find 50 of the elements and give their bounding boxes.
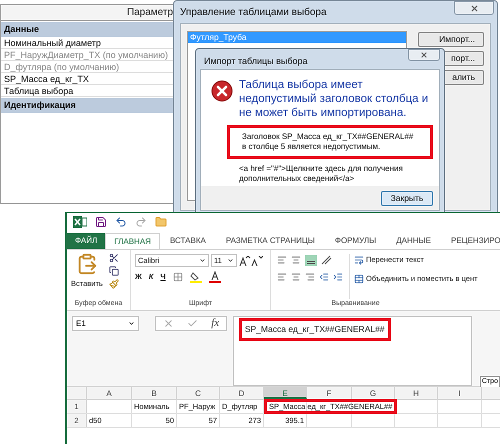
formula-field[interactable]: SP_Масса ед_кг_TX##GENERAL## xyxy=(232,316,472,386)
fill-color-icon[interactable] xyxy=(190,271,202,283)
close-button[interactable] xyxy=(454,1,494,15)
undo-icon[interactable] xyxy=(115,216,127,228)
cut-icon[interactable] xyxy=(108,253,119,263)
app-logo-icon xyxy=(73,216,87,228)
column-header[interactable]: C xyxy=(177,387,220,399)
align-left-icon[interactable] xyxy=(277,272,287,282)
wrap-text-icon xyxy=(354,254,364,265)
copy-icon[interactable] xyxy=(108,266,119,276)
orientation-icon[interactable] xyxy=(321,255,333,265)
name-box[interactable]: E1 xyxy=(72,316,140,331)
function-button[interactable]: fx xyxy=(211,315,220,332)
merge-icon xyxy=(354,274,364,284)
column-header[interactable]: B xyxy=(132,387,177,399)
dropdown-icon xyxy=(128,320,136,327)
borders-icon[interactable] xyxy=(172,272,183,282)
column-header[interactable]: F xyxy=(307,387,352,399)
dialog-button[interactable]: Импорт... xyxy=(418,32,484,47)
column-header[interactable]: H xyxy=(395,387,438,399)
column-header[interactable]: E xyxy=(264,387,307,399)
align-bottom-icon[interactable] xyxy=(305,255,317,266)
ribbon-tab[interactable]: ДАННЫЕ xyxy=(386,233,441,249)
align-top-icon[interactable] xyxy=(277,255,287,265)
close-dialog-button[interactable]: Закрыть xyxy=(381,190,433,206)
ribbon-tab[interactable]: ГЛАВНАЯ xyxy=(105,233,160,249)
save-icon[interactable] xyxy=(95,216,107,228)
close-button[interactable] xyxy=(408,49,440,61)
column-header[interactable]: G xyxy=(352,387,395,399)
dropdown-icon xyxy=(199,257,206,264)
ribbon-tab[interactable]: РАЗМЕТКА СТРАНИЦЫ xyxy=(216,233,325,249)
align-right-icon[interactable] xyxy=(305,272,315,282)
column-header[interactable]: I xyxy=(438,387,482,399)
align-center-icon[interactable] xyxy=(291,272,301,282)
ribbon-tab[interactable]: ВСТАВКА xyxy=(160,233,216,249)
details-text: <a href ="#">Щелкните здесь для получения дополнительных сведений</a> xyxy=(239,164,404,184)
ribbon-tab[interactable]: ФАЙЛ xyxy=(67,233,106,249)
ribbon-tab[interactable]: ФОРМУЛЫ xyxy=(324,233,386,249)
font-size-icon[interactable] xyxy=(239,256,263,266)
font-color-icon[interactable] xyxy=(208,271,221,283)
align-middle-icon[interactable] xyxy=(291,255,301,265)
ribbon-tab[interactable]: РЕЦЕНЗИРО xyxy=(440,233,500,249)
close-icon xyxy=(420,51,428,59)
close-icon xyxy=(470,4,478,12)
error-message: Заголовок SP_Масса ед_кг_TX##GENERAL## в столбце 5 является недопустимым. xyxy=(227,125,433,159)
column-header[interactable]: A xyxy=(87,387,132,399)
dropdown-icon xyxy=(227,257,234,264)
error-icon xyxy=(211,80,233,102)
indent-icon[interactable] xyxy=(333,272,343,282)
outdent-icon[interactable] xyxy=(319,272,329,282)
